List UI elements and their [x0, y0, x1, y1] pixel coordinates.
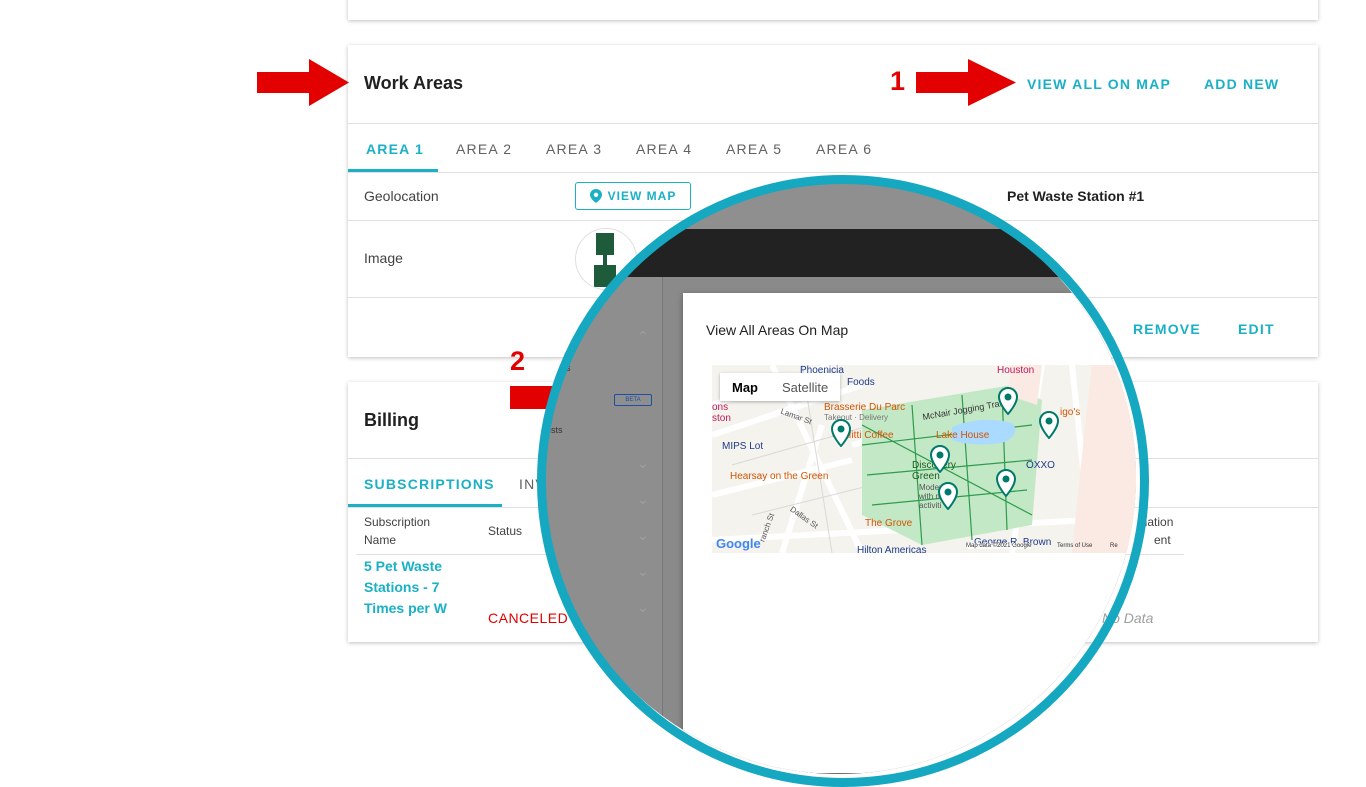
app-header-bar	[542, 229, 1136, 277]
tab-area-2[interactable]: AREA 2	[456, 141, 512, 157]
edit-button[interactable]: EDIT	[1238, 321, 1275, 337]
divider	[348, 123, 1318, 124]
column-header-termination-2: ent	[1154, 533, 1171, 547]
map-label-brasserie: Brasserie Du Parc	[824, 402, 906, 413]
magnifier-callout: ⌃ s BETA ests ⌄ ⌄ ⌄ ⌄ ⌄ View All Areas O…	[542, 180, 1136, 774]
map-terms-link[interactable]: Terms of Use	[1057, 543, 1092, 549]
map-marker-pin-icon[interactable]	[930, 445, 950, 473]
map-dialog: View All Areas On Map Map Satellite Phoe…	[683, 293, 1136, 773]
subscription-name-link[interactable]: 5 Pet Waste Stations - 7 Times per W	[364, 556, 454, 619]
google-logo: Google	[716, 536, 761, 551]
map-marker-pin-icon[interactable]	[996, 469, 1016, 497]
map-type-satellite-button[interactable]: Satellite	[770, 380, 840, 395]
column-header-termination: ination	[1138, 515, 1174, 529]
map-label-phoenicia: Phoenicia	[800, 365, 844, 376]
work-areas-title: Work Areas	[364, 73, 464, 93]
map-label-lake-house: Lake House	[936, 430, 990, 441]
map-type-control: Map Satellite	[720, 373, 841, 401]
tab-area-6[interactable]: AREA 6	[816, 141, 872, 157]
chevron-down-icon: ⌄	[637, 455, 649, 471]
sidebar-text: ests	[546, 425, 563, 435]
tab-subscriptions[interactable]: SUBSCRIPTIONS	[364, 476, 495, 492]
image-label: Image	[364, 250, 403, 266]
map-marker-pin-icon[interactable]	[938, 482, 958, 510]
chevron-up-icon: ⌃	[637, 328, 649, 344]
location-pin-icon	[589, 189, 602, 203]
tab-area-5[interactable]: AREA 5	[726, 141, 782, 157]
map-type-map-button[interactable]: Map	[720, 380, 770, 395]
sidebar-backdrop	[542, 277, 662, 774]
map-label-hilton: Hilton Americas	[857, 545, 927, 553]
map-marker-pin-icon[interactable]	[998, 387, 1018, 415]
billing-title: Billing	[364, 410, 419, 430]
map-label-hearsay: Hearsay on the Green	[730, 471, 829, 482]
map-label-ston: ston	[712, 413, 731, 424]
chevron-down-icon: ⌄	[637, 491, 649, 507]
chevron-down-icon: ⌄	[637, 599, 649, 615]
station-name: Pet Waste Station #1	[1007, 188, 1145, 204]
add-new-button[interactable]: ADD NEW	[1204, 76, 1279, 92]
map-marker-pin-icon[interactable]	[831, 419, 851, 447]
chevron-down-icon: ⌄	[637, 527, 649, 543]
tab-area-1[interactable]: AREA 1	[366, 141, 424, 157]
view-map-button[interactable]: VIEW MAP	[575, 182, 691, 210]
annotation-step-2: 2	[510, 346, 526, 376]
map-label-foods: Foods	[847, 377, 875, 388]
sidebar-text: s	[566, 363, 571, 373]
tab-area-3[interactable]: AREA 3	[546, 141, 602, 157]
column-header-subscription-name: Subscription Name	[364, 515, 431, 547]
map-label-mips: MIPS Lot	[722, 441, 764, 452]
tab-area-4[interactable]: AREA 4	[636, 141, 692, 157]
geolocation-label: Geolocation	[364, 188, 439, 204]
view-all-on-map-button[interactable]: VIEW ALL ON MAP	[1027, 76, 1171, 92]
map-report-link[interactable]: Re	[1110, 543, 1118, 549]
top-card	[348, 0, 1318, 20]
map-label-the-grove: The Grove	[865, 518, 913, 529]
map-attribution: Map data ©2021 Google	[966, 543, 1032, 549]
arrow-right-icon	[916, 59, 1016, 106]
arrow-right-icon	[257, 59, 349, 106]
view-map-label: VIEW MAP	[607, 189, 677, 203]
beta-badge: BETA	[614, 394, 652, 406]
map-label-amigos: igo's	[1060, 407, 1081, 418]
remove-button[interactable]: REMOVE	[1133, 321, 1201, 337]
map-label-houston: Houston	[997, 365, 1035, 376]
chevron-down-icon: ⌄	[637, 563, 649, 579]
dialog-title: View All Areas On Map	[706, 322, 849, 338]
column-header-status: Status	[488, 524, 523, 538]
map-marker-pin-icon[interactable]	[1039, 411, 1059, 439]
google-map[interactable]: Map Satellite Phoenicia Foods Houston on…	[712, 365, 1136, 553]
divider	[348, 172, 1318, 173]
map-label-oxxo: OXXO	[1026, 460, 1055, 471]
map-label-ons: ons	[712, 402, 729, 413]
annotation-step-1: 1	[890, 66, 906, 96]
